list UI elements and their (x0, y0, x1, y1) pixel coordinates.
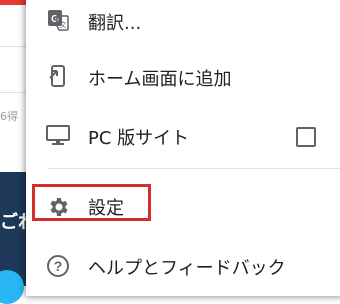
overflow-menu: G 文 翻訳... ホーム画面に追加 PC 版サイト 設定 ? ヘルプとフィード… (26, 0, 340, 296)
menu-item-add-to-home[interactable]: ホーム画面に追加 (26, 52, 340, 102)
menu-item-desktop-site[interactable]: PC 版サイト (26, 111, 340, 161)
svg-text:文: 文 (60, 20, 67, 29)
help-icon: ? (44, 252, 72, 280)
menu-item-label: 翻訳... (88, 13, 142, 34)
translate-icon: G 文 (44, 6, 72, 34)
menu-item-translate[interactable]: G 文 翻訳... (26, 0, 340, 46)
desktop-site-checkbox[interactable] (296, 127, 316, 147)
menu-item-label: ヘルプとフィードバック (88, 258, 286, 279)
desktop-icon (44, 121, 72, 149)
svg-text:?: ? (54, 258, 63, 274)
background-partial-text: 6得 (0, 110, 18, 123)
menu-item-label: ホーム画面に追加 (88, 69, 232, 90)
menu-item-label: PC 版サイト (88, 128, 190, 149)
settings-highlight-box (32, 184, 151, 221)
menu-item-help[interactable]: ? ヘルプとフィードバック (26, 242, 340, 292)
menu-divider (48, 168, 340, 169)
add-to-home-icon (44, 62, 72, 90)
